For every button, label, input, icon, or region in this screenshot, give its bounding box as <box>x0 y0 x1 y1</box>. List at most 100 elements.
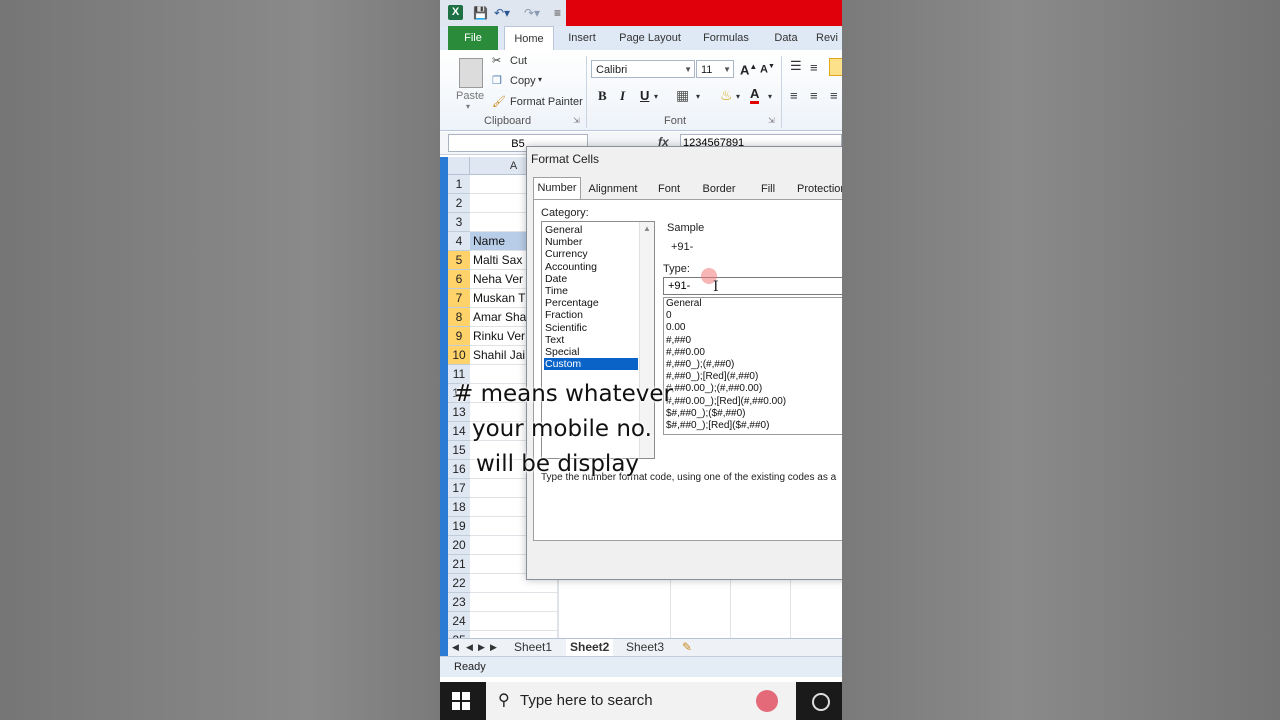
underline-button[interactable]: U <box>640 88 649 103</box>
format-code-item[interactable]: $#,##0_);[Red]($#,##0) <box>666 420 769 432</box>
underline-dropdown-icon[interactable]: ▾ <box>654 92 658 101</box>
customize-qat-icon[interactable]: ≡ <box>554 5 561 21</box>
align-right-icon[interactable]: ≡ <box>830 88 838 103</box>
tab-data[interactable]: Data <box>766 26 806 50</box>
format-code-item[interactable]: General <box>666 298 702 310</box>
grow-font-icon[interactable]: A▲ <box>740 62 757 77</box>
copy-button[interactable]: ❐ Copy ▾ <box>492 74 572 90</box>
category-item[interactable]: Custom <box>544 358 638 371</box>
align-middle-icon[interactable]: ≡ <box>810 60 818 75</box>
format-code-item[interactable]: #,##0.00_);(#,##0.00) <box>666 383 762 395</box>
dialog-tab-border[interactable]: Border <box>697 179 741 199</box>
category-item[interactable]: Text <box>544 334 638 346</box>
task-view-icon[interactable] <box>812 693 830 711</box>
row-header[interactable]: 5 <box>448 251 470 270</box>
font-name-select[interactable]: Calibri ▼ <box>591 60 695 78</box>
row-header[interactable]: 15 <box>448 441 470 460</box>
category-item[interactable]: Special <box>544 346 638 358</box>
scroll-up-icon[interactable]: ▲ <box>643 224 651 233</box>
fill-color-icon[interactable]: ♨ <box>720 87 733 104</box>
tab-home[interactable]: Home <box>504 26 554 50</box>
row-header[interactable]: 7 <box>448 289 470 308</box>
align-bottom-button[interactable] <box>829 58 842 76</box>
format-painter-button[interactable]: 🖌 Format Painter <box>492 95 584 111</box>
row-header[interactable]: 17 <box>448 479 470 498</box>
first-sheet-icon[interactable]: ◀ <box>452 639 459 656</box>
row-header[interactable]: 23 <box>448 593 470 612</box>
redo-icon[interactable]: ↷▾ <box>524 5 540 21</box>
row-header[interactable]: 2 <box>448 194 470 213</box>
category-item[interactable]: Time <box>544 285 638 297</box>
tab-insert[interactable]: Insert <box>558 26 606 50</box>
shrink-font-icon[interactable]: A▼ <box>760 63 775 76</box>
row-header[interactable]: 6 <box>448 270 470 289</box>
row-header[interactable]: 1 <box>448 175 470 194</box>
windows-start-icon[interactable] <box>452 692 470 710</box>
taskbar-search[interactable]: ⚲ Type here to search <box>486 682 796 720</box>
fill-dropdown-icon[interactable]: ▾ <box>736 92 740 101</box>
row-header[interactable]: 21 <box>448 555 470 574</box>
insert-sheet-icon[interactable]: ✎ <box>682 639 692 656</box>
row-header[interactable]: 10 <box>448 346 470 365</box>
next-sheet-icon[interactable]: ▶ <box>478 639 485 656</box>
dialog-tab-protection[interactable]: Protection <box>797 179 842 199</box>
tab-formulas[interactable]: Formulas <box>696 26 756 50</box>
border-dropdown-icon[interactable]: ▾ <box>696 92 700 101</box>
format-code-item[interactable]: 0 <box>666 310 672 322</box>
paste-button[interactable]: Paste ▾ <box>454 54 486 111</box>
dialog-launcher-icon[interactable]: ⇲ <box>573 116 580 125</box>
row-header[interactable]: 14 <box>448 422 470 441</box>
align-center-icon[interactable]: ≡ <box>810 88 818 103</box>
category-item[interactable]: Scientific <box>544 322 638 334</box>
cut-button[interactable]: ✂ Cut <box>492 54 572 70</box>
dialog-tab-font[interactable]: Font <box>651 179 687 199</box>
cell-a[interactable] <box>470 612 558 631</box>
row-header[interactable]: 16 <box>448 460 470 479</box>
dialog-tab-fill[interactable]: Fill <box>753 179 783 199</box>
format-code-item[interactable]: 0.00 <box>666 322 685 334</box>
row-header[interactable]: 18 <box>448 498 470 517</box>
row-header[interactable]: 20 <box>448 536 470 555</box>
row-header[interactable]: 4 <box>448 232 470 251</box>
border-icon[interactable]: ▦ <box>676 87 689 104</box>
category-item[interactable]: Number <box>544 236 638 248</box>
tab-review[interactable]: Revi <box>816 26 842 50</box>
format-code-list[interactable]: General 0 0.00 #,##0 #,##0.00 #,##0_);(#,##0)… <box>663 297 842 435</box>
format-code-item[interactable]: #,##0 <box>666 335 691 347</box>
bold-button[interactable]: B <box>598 88 607 104</box>
cell-a[interactable] <box>470 593 558 612</box>
font-color-icon[interactable]: A <box>750 87 760 104</box>
format-code-item[interactable]: #,##0.00 <box>666 347 705 359</box>
row-header[interactable]: 24 <box>448 612 470 631</box>
prev-sheet-icon[interactable]: ◀ <box>466 639 473 656</box>
dialog-tab-alignment[interactable]: Alignment <box>585 179 641 199</box>
tab-page-layout[interactable]: Page Layout <box>612 26 688 50</box>
italic-button[interactable]: I <box>620 88 625 104</box>
format-code-item[interactable]: $#,##0_);($#,##0) <box>666 408 746 420</box>
format-code-item[interactable]: #,##0_);[Red](#,##0) <box>666 371 758 383</box>
type-input[interactable]: +91- <box>663 277 842 295</box>
font-size-select[interactable]: 11 ▼ <box>696 60 734 78</box>
row-header[interactable]: 3 <box>448 213 470 232</box>
font-color-dropdown-icon[interactable]: ▾ <box>768 92 772 101</box>
category-item[interactable]: Date <box>544 273 638 285</box>
tab-file[interactable]: File <box>448 26 498 50</box>
undo-icon[interactable]: ↶▾ <box>494 5 510 21</box>
row-header[interactable]: 22 <box>448 574 470 593</box>
category-item[interactable]: General <box>544 224 638 236</box>
row-header[interactable]: 9 <box>448 327 470 346</box>
save-icon[interactable]: 💾 <box>473 5 488 21</box>
dialog-launcher-icon[interactable]: ⇲ <box>768 116 775 125</box>
select-all-corner[interactable] <box>448 157 470 175</box>
align-top-icon[interactable]: ☰ <box>790 58 802 74</box>
sheet-tab-sheet1[interactable]: Sheet1 <box>514 639 552 656</box>
sheet-tab-sheet2[interactable]: Sheet2 <box>566 639 614 656</box>
format-code-item[interactable]: #,##0.00_);[Red](#,##0.00) <box>666 396 786 408</box>
taskbar-app-icon[interactable] <box>756 690 778 712</box>
align-left-icon[interactable]: ≡ <box>790 88 798 103</box>
row-header[interactable]: 8 <box>448 308 470 327</box>
row-header[interactable]: 19 <box>448 517 470 536</box>
dialog-tab-number[interactable]: Number <box>533 177 581 200</box>
sheet-tab-sheet3[interactable]: Sheet3 <box>626 639 664 656</box>
category-item[interactable]: Percentage <box>544 297 638 309</box>
